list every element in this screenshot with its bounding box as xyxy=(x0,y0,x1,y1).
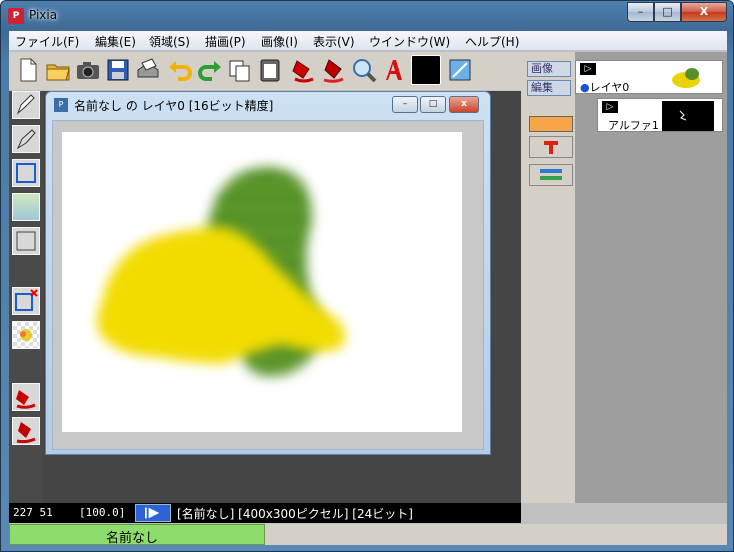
app-window: P Pixia – □ X ファイル(F) 編集(E) 領域(S) 描画(P) … xyxy=(0,0,734,552)
layer-panel: ▷ ●レイヤ0 ▷ アルファ1 xyxy=(575,52,727,503)
undo-icon[interactable] xyxy=(165,55,195,85)
alpha-visible-toggle[interactable]: ▷ xyxy=(602,101,618,113)
status-bar: 227 51 [100.0] [名前なし] [400x300ピクセル] [24ビ… xyxy=(9,503,521,523)
current-color-swatch[interactable] xyxy=(529,116,573,132)
menu-file[interactable]: ファイル(F) xyxy=(15,33,79,50)
canvas-artwork xyxy=(97,167,345,376)
document-info: [名前なし] [400x300ピクセル] [24ビット] xyxy=(177,507,413,521)
fill-bucket-tool-icon[interactable] xyxy=(12,383,40,411)
menu-window[interactable]: ウインドウ(W) xyxy=(369,33,450,50)
left-tool-palette xyxy=(9,91,43,503)
align-icon[interactable] xyxy=(529,164,573,186)
menu-bar: ファイル(F) 編集(E) 領域(S) 描画(P) 画像(I) 表示(V) ウイ… xyxy=(9,31,727,51)
layer-row-alpha[interactable]: ▷ アルファ1 xyxy=(597,98,723,132)
menu-help[interactable]: ヘルプ(H) xyxy=(465,33,519,50)
close-button[interactable]: X xyxy=(681,2,727,22)
fill-bucket-icon[interactable] xyxy=(289,55,319,85)
print-icon[interactable] xyxy=(133,55,163,85)
layer-name: ●レイヤ0 xyxy=(580,79,629,95)
menu-image[interactable]: 画像(I) xyxy=(261,33,298,50)
transparency-icon[interactable] xyxy=(12,321,40,349)
layer-thumbnail xyxy=(656,63,716,93)
menu-draw[interactable]: 描画(P) xyxy=(205,33,246,50)
text-red-icon[interactable] xyxy=(529,136,573,158)
layer-active-dot: ● xyxy=(580,81,590,94)
fill-bucket-tool-2-icon[interactable] xyxy=(12,417,40,445)
copy-icon[interactable] xyxy=(225,55,255,85)
camera-icon[interactable] xyxy=(73,55,103,85)
window-title: Pixia xyxy=(29,8,58,22)
alpha-thumbnail xyxy=(662,101,714,131)
document-tab-bar: 名前なし xyxy=(9,524,727,546)
redo-icon[interactable] xyxy=(195,55,225,85)
open-folder-icon[interactable] xyxy=(43,55,73,85)
menu-selection[interactable]: 領域(S) xyxy=(149,33,190,50)
drawing-canvas[interactable] xyxy=(62,132,462,432)
maximize-button[interactable]: □ xyxy=(654,2,681,22)
document-window[interactable]: P 名前なし の レイヤ0 [16ビット精度] – □ x xyxy=(45,91,491,455)
layer-name-text: レイヤ0 xyxy=(589,81,630,94)
tab-image[interactable]: 画像 xyxy=(527,61,571,77)
zoom-level: [100.0] xyxy=(79,506,126,519)
magnifier-icon[interactable] xyxy=(349,55,379,85)
document-title: 名前なし の レイヤ0 [16ビット精度] xyxy=(74,99,274,113)
title-bar[interactable]: P Pixia – □ X xyxy=(1,1,733,31)
color-black-icon[interactable] xyxy=(411,55,441,85)
gradient-tool-icon[interactable] xyxy=(12,193,40,221)
doc-maximize-button[interactable]: □ xyxy=(420,96,446,113)
document-tab-label: 名前なし xyxy=(106,531,159,546)
layer-row-0[interactable]: ▷ ●レイヤ0 xyxy=(575,60,723,94)
deselect-icon[interactable] xyxy=(12,287,40,315)
client-area: ファイル(F) 編集(E) 領域(S) 描画(P) 画像(I) 表示(V) ウイ… xyxy=(9,31,727,546)
paste-icon[interactable] xyxy=(255,55,285,85)
doc-minimize-button[interactable]: – xyxy=(392,96,418,113)
cursor-coordinates: 227 51 xyxy=(13,506,53,519)
text-tool-icon[interactable] xyxy=(379,55,409,85)
minimize-button[interactable]: – xyxy=(627,2,654,22)
save-icon[interactable] xyxy=(103,55,133,85)
tab-edit[interactable]: 編集 xyxy=(527,80,571,96)
document-tab[interactable]: 名前なし xyxy=(9,524,265,546)
doc-close-button[interactable]: x xyxy=(449,96,479,113)
alpha-name: アルファ1 xyxy=(608,119,659,132)
layer-visible-toggle[interactable]: ▷ xyxy=(580,63,596,75)
pixia-app-icon: P xyxy=(8,8,24,24)
rectangle-select-icon[interactable] xyxy=(12,159,40,187)
fill-bucket-2-icon[interactable] xyxy=(319,55,349,85)
play-button[interactable] xyxy=(135,504,171,522)
brush-tool-icon[interactable] xyxy=(12,125,40,153)
menu-view[interactable]: 表示(V) xyxy=(313,33,355,50)
doc-app-icon: P xyxy=(54,98,68,112)
new-file-icon[interactable] xyxy=(13,55,43,85)
rectangle-tool-icon[interactable] xyxy=(12,227,40,255)
main-toolbar xyxy=(9,52,521,90)
pen-tool-icon[interactable] xyxy=(12,91,40,119)
menu-edit[interactable]: 編集(E) xyxy=(95,33,136,50)
transform-icon[interactable] xyxy=(445,55,475,85)
